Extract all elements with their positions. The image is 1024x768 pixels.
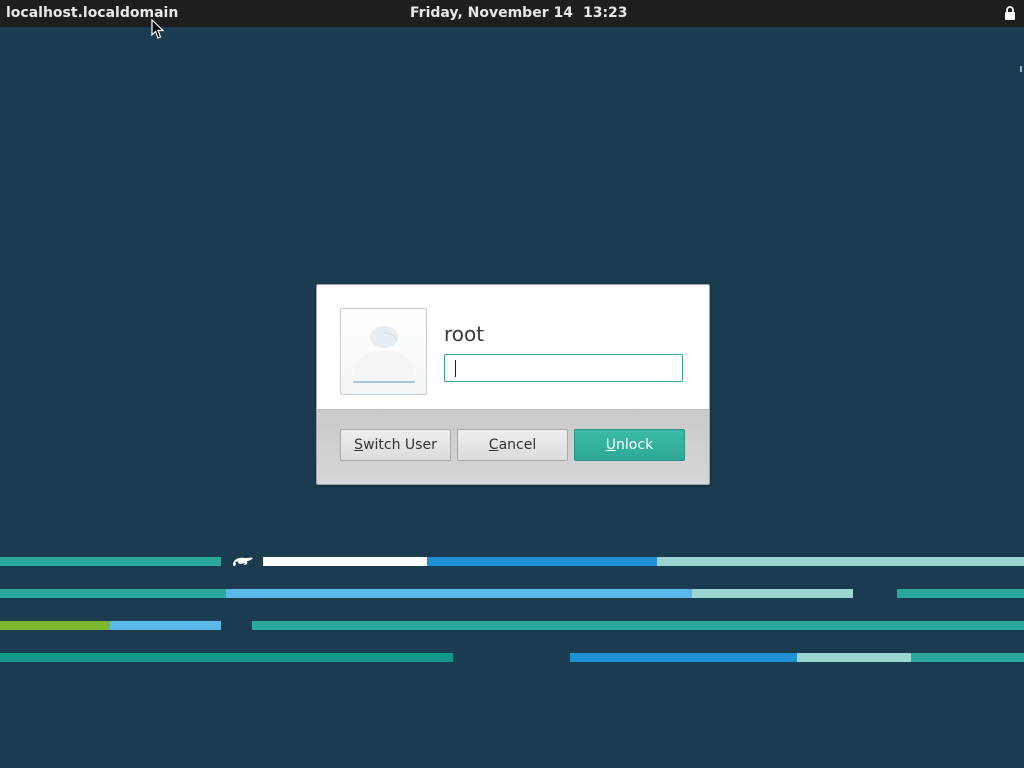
- mouse-pointer-icon: [151, 19, 165, 39]
- cancel-label: ancel: [498, 437, 537, 453]
- wallpaper-bar: [692, 589, 853, 598]
- time-label: 13:23: [582, 5, 628, 21]
- wallpaper-bar: [797, 653, 911, 662]
- unlock-label: nlock: [616, 437, 654, 453]
- wallpaper-bar: [0, 621, 110, 630]
- edge-mark: [1020, 66, 1022, 72]
- password-field[interactable]: [444, 354, 683, 382]
- wallpaper-bar: [110, 621, 221, 630]
- gecko-logo-icon: [233, 557, 253, 566]
- wallpaper-bar: [226, 589, 692, 598]
- wallpaper-bar: [0, 589, 226, 598]
- user-avatar: [340, 308, 427, 395]
- cancel-mnemonic: C: [488, 437, 499, 453]
- switch-user-mnemonic: S: [354, 437, 364, 453]
- wallpaper-bar: [897, 589, 1024, 598]
- cancel-button[interactable]: Cancel: [457, 429, 568, 461]
- wallpaper-bar: [570, 653, 797, 662]
- user-avatar-icon: [353, 326, 415, 383]
- wallpaper-bar: [252, 621, 1024, 630]
- wallpaper-bar: [263, 557, 427, 566]
- wallpaper-bar: [427, 557, 657, 566]
- wallpaper-bar: [911, 653, 1024, 662]
- clock[interactable]: Friday, November 14 13:23: [410, 5, 628, 21]
- unlock-mnemonic: U: [605, 437, 617, 453]
- lock-screen: localhost.localdomain Friday, November 1…: [0, 0, 1024, 768]
- username-label: root: [444, 322, 485, 346]
- dialog-content: root: [317, 285, 709, 409]
- dialog-button-area: Switch User Cancel Unlock: [317, 409, 709, 484]
- wallpaper-bar: [0, 653, 453, 662]
- text-caret: [455, 360, 456, 377]
- switch-user-button[interactable]: Switch User: [340, 429, 451, 461]
- wallpaper-bar: [657, 557, 1024, 566]
- unlock-button[interactable]: Unlock: [574, 429, 685, 461]
- unlock-dialog: root Switch User Cancel Unlock: [316, 284, 710, 485]
- lock-icon: [1005, 6, 1015, 20]
- switch-user-label: witch User: [363, 437, 437, 453]
- password-input[interactable]: [445, 355, 682, 381]
- date-label: Friday, November 14: [410, 5, 573, 21]
- wallpaper-bar: [0, 557, 221, 566]
